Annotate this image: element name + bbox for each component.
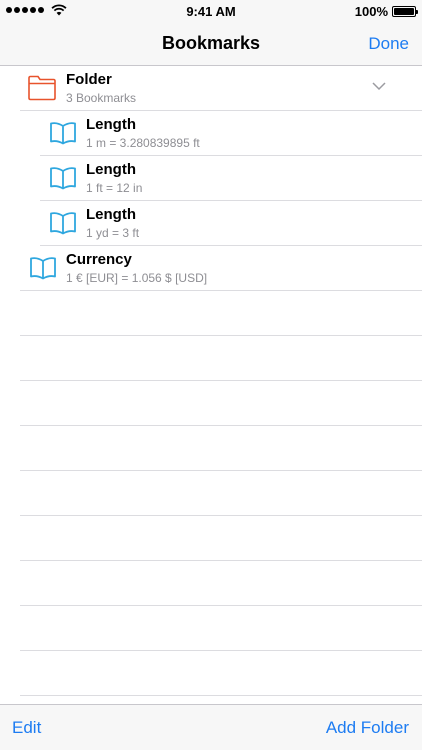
bookmark-subtitle: 1 yd = 3 ft — [86, 226, 140, 240]
add-folder-button[interactable]: Add Folder — [326, 718, 409, 738]
bookmark-row[interactable]: Length 1 m = 3.280839895 ft — [0, 111, 422, 156]
book-icon — [30, 257, 56, 280]
folder-icon — [28, 75, 56, 101]
battery-icon — [392, 6, 418, 17]
book-icon — [50, 167, 76, 190]
bookmark-row[interactable]: Length 1 ft = 12 in — [0, 156, 422, 201]
navigation-bar: Bookmarks Done — [0, 22, 422, 66]
bookmark-subtitle: 1 ft = 12 in — [86, 181, 143, 195]
chevron-down-icon[interactable] — [372, 82, 386, 91]
empty-row — [0, 651, 422, 696]
bookmark-title: Length — [86, 116, 136, 133]
battery-percent: 100% — [354, 4, 388, 19]
bookmark-subtitle: 1 m = 3.280839895 ft — [86, 136, 200, 150]
status-bar: 9:41 AM 100% — [0, 0, 422, 22]
battery-group: 100% — [354, 4, 418, 19]
bookmark-title: Length — [86, 161, 136, 178]
empty-row — [0, 291, 422, 336]
edit-button[interactable]: Edit — [12, 718, 41, 738]
bookmark-subtitle: 1 € [EUR] = 1.056 $ [USD] — [66, 271, 208, 285]
bookmarks-list[interactable]: Folder 3 Bookmarks Length 1 m = 3.280839… — [0, 66, 422, 704]
empty-row — [0, 471, 422, 516]
empty-row — [0, 606, 422, 651]
folder-row[interactable]: Folder 3 Bookmarks — [0, 66, 422, 111]
done-button[interactable]: Done — [368, 34, 409, 54]
bookmark-row[interactable]: Currency 1 € [EUR] = 1.056 $ [USD] — [0, 246, 422, 291]
empty-row — [0, 426, 422, 471]
book-icon — [50, 122, 76, 145]
empty-row — [0, 381, 422, 426]
empty-row — [0, 561, 422, 606]
folder-title: Folder — [66, 71, 112, 88]
page-title: Bookmarks — [161, 33, 261, 53]
bookmark-title: Length — [86, 206, 136, 223]
empty-row — [0, 336, 422, 381]
folder-subtitle: 3 Bookmarks — [66, 91, 137, 105]
empty-row — [0, 516, 422, 561]
bookmark-title: Currency — [66, 251, 132, 268]
bottom-toolbar: Edit Add Folder — [0, 704, 422, 750]
bookmark-row[interactable]: Length 1 yd = 3 ft — [0, 201, 422, 246]
book-icon — [50, 212, 76, 235]
